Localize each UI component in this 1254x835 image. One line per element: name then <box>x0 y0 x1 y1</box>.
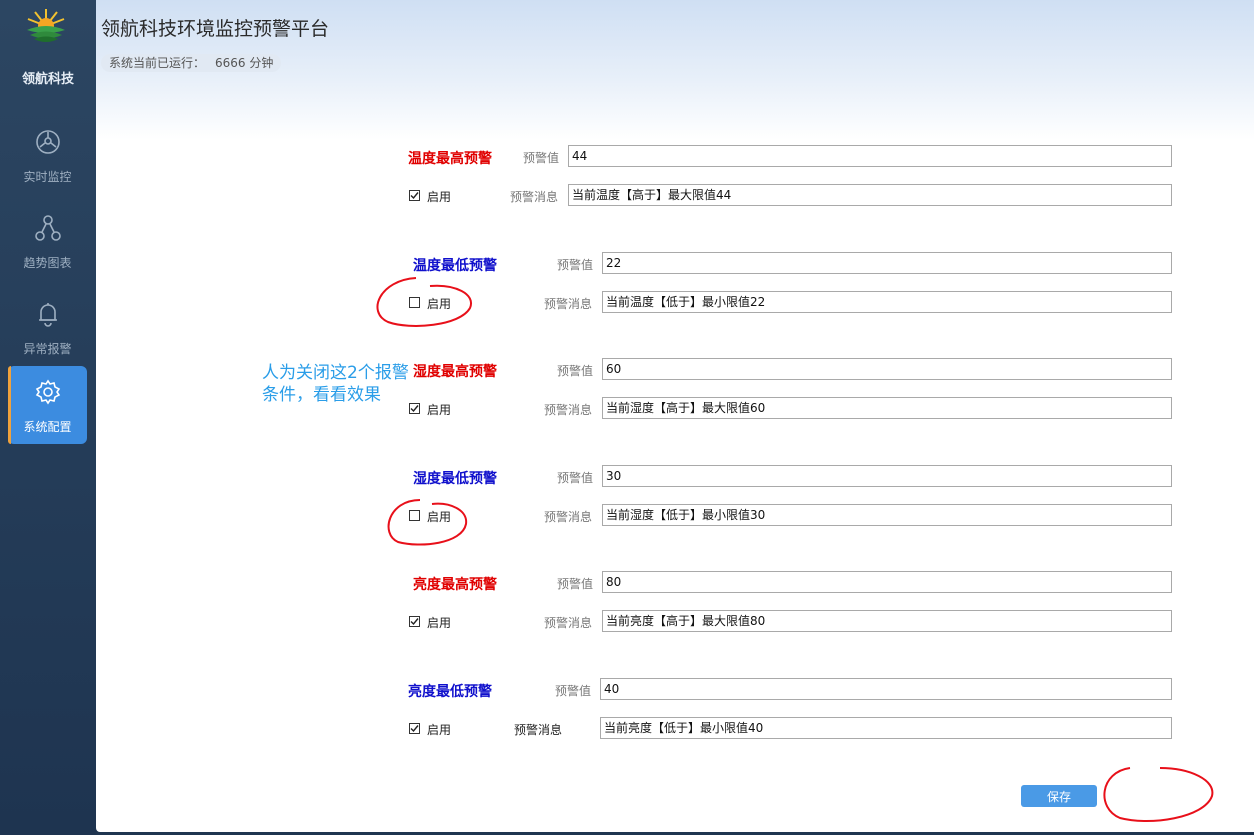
threshold-input[interactable]: 80 <box>602 571 1172 593</box>
message-input[interactable]: 当前温度【低于】最小限值22 <box>602 291 1172 313</box>
uptime-value: 6666 分钟 <box>215 56 274 70</box>
enable-checkbox[interactable] <box>409 510 420 521</box>
check-icon <box>410 618 419 626</box>
enable-checkbox[interactable] <box>409 403 420 414</box>
message-input[interactable]: 当前湿度【高于】最大限值60 <box>602 397 1172 419</box>
message-label: 预警消息 <box>544 403 593 417</box>
value-label: 预警值 <box>555 684 592 698</box>
bell-icon <box>34 300 62 328</box>
enable-label: 启用 <box>427 723 452 737</box>
sidebar-item-realtime-monitor[interactable]: 实时监控 <box>8 116 87 194</box>
monitor-hub-icon <box>34 128 62 156</box>
threshold-input[interactable]: 60 <box>602 358 1172 380</box>
value-label: 预警值 <box>557 471 594 485</box>
annotation-note-line: 条件，看看效果 <box>262 385 381 405</box>
enable-checkbox[interactable] <box>409 190 420 201</box>
check-icon <box>410 725 419 733</box>
sidebar-item-trend-chart[interactable]: 趋势图表 <box>8 202 87 280</box>
brand-name: 领航科技 <box>21 72 74 87</box>
annotation-note-line: 人为关闭这2个报警 <box>262 363 409 383</box>
message-input[interactable]: 当前亮度【低于】最小限值40 <box>600 717 1172 739</box>
logo <box>24 6 68 46</box>
sidebar-item-label: 实时监控 <box>23 170 72 184</box>
nodes-icon <box>34 214 62 242</box>
sidebar-item-label: 系统配置 <box>23 420 72 434</box>
gear-icon <box>34 378 62 406</box>
threshold-input[interactable]: 22 <box>602 252 1172 274</box>
alert-title: 湿度最高预警 <box>413 364 497 380</box>
page-title: 领航科技环境监控预警平台 <box>101 18 330 40</box>
enable-label: 启用 <box>427 616 452 630</box>
sidebar: 领航科技 实时监控 趋势图表 异常报警 系统配置 <box>0 0 96 835</box>
sidebar-item-label: 异常报警 <box>23 342 72 356</box>
message-input[interactable]: 当前亮度【高于】最大限值80 <box>602 610 1172 632</box>
threshold-input[interactable]: 30 <box>602 465 1172 487</box>
message-label: 预警消息 <box>544 510 593 524</box>
sidebar-item-label: 趋势图表 <box>23 256 72 270</box>
check-icon <box>410 405 419 413</box>
enable-checkbox[interactable] <box>409 723 420 734</box>
enable-label: 启用 <box>427 403 452 417</box>
value-label: 预警值 <box>557 577 594 591</box>
message-label: 预警消息 <box>544 297 593 311</box>
alert-title: 湿度最低预警 <box>413 471 497 487</box>
enable-checkbox[interactable] <box>409 616 420 627</box>
alert-title: 亮度最低预警 <box>408 684 492 700</box>
message-input[interactable]: 当前温度【高于】最大限值44 <box>568 184 1172 206</box>
sidebar-item-system-config[interactable]: 系统配置 <box>8 366 87 444</box>
alert-title: 温度最低预警 <box>413 258 497 274</box>
value-label: 预警值 <box>523 151 560 165</box>
message-label: 预警消息 <box>544 616 593 630</box>
uptime-status: 系统当前已运行： 6666 分钟 <box>101 54 282 72</box>
threshold-input[interactable]: 44 <box>568 145 1172 167</box>
save-button[interactable]: 保存 <box>1021 785 1097 807</box>
enable-label: 启用 <box>427 297 452 311</box>
enable-label: 启用 <box>427 190 452 204</box>
value-label: 预警值 <box>557 258 594 272</box>
alert-title: 温度最高预警 <box>408 151 492 167</box>
value-label: 预警值 <box>557 364 594 378</box>
annotation-note: 人为关闭这2个报警 条件，看看效果 <box>262 362 409 406</box>
check-icon <box>410 192 419 200</box>
message-label: 预警消息 <box>514 723 563 737</box>
enable-label: 启用 <box>427 510 452 524</box>
message-input[interactable]: 当前湿度【低于】最小限值30 <box>602 504 1172 526</box>
message-label: 预警消息 <box>510 190 559 204</box>
threshold-input[interactable]: 40 <box>600 678 1172 700</box>
sidebar-item-alarm[interactable]: 异常报警 <box>8 288 87 366</box>
enable-checkbox[interactable] <box>409 297 420 308</box>
alert-title: 亮度最高预警 <box>413 577 497 593</box>
uptime-label: 系统当前已运行： <box>109 56 206 70</box>
